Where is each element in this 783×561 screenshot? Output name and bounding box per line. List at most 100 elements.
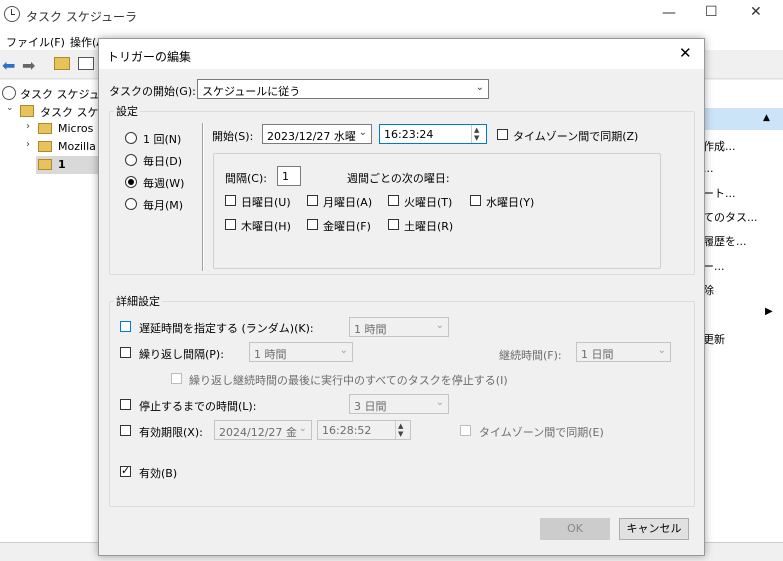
radio-circle[interactable]: [125, 176, 137, 188]
action-item[interactable]: 作成...: [703, 138, 736, 154]
weekly-label: 週間ごとの次の曜日:: [347, 172, 450, 185]
close-app-button[interactable]: ✕: [750, 4, 762, 20]
radio-circle[interactable]: [125, 154, 137, 166]
start-date-value: 2023/12/27 水曜: [267, 130, 356, 143]
actions-header[interactable]: ▲: [703, 108, 783, 130]
forward-icon[interactable]: ➡: [22, 56, 35, 75]
repeat-select[interactable]: 1 時間 ⌄: [249, 342, 353, 362]
day-thursday-checkbox[interactable]: [225, 219, 236, 230]
stop-all-label: 繰り返し継続時間の最後に実行中のすべてのタスクを停止する(I): [189, 374, 508, 387]
interval-label: 間隔(C):: [225, 172, 267, 185]
submenu-arrow-icon[interactable]: ▶: [765, 306, 773, 317]
day-saturday-checkbox[interactable]: [388, 219, 399, 230]
edit-trigger-dialog: トリガーの編集 ✕ タスクの開始(G): スケジュールに従う ⌄ 設定 1 回(…: [98, 38, 705, 556]
chevron-down-icon[interactable]: ⌄: [6, 103, 14, 113]
expire-label: 有効期限(X):: [139, 426, 203, 439]
action-item[interactable]: ー...: [703, 258, 725, 274]
ok-button[interactable]: OK: [540, 518, 610, 540]
day-label: 火曜日(T): [404, 196, 453, 209]
dialog-title: トリガーの編集: [107, 50, 192, 64]
expire-checkbox[interactable]: [120, 425, 131, 436]
duration-value: 1 日間: [581, 348, 614, 361]
chevron-down-icon: ⌄: [358, 127, 367, 138]
interval-value: 1: [282, 170, 289, 183]
folder-icon: [38, 159, 52, 170]
day-sunday-checkbox[interactable]: [225, 195, 236, 206]
folder-up-icon[interactable]: [54, 57, 70, 70]
chevron-right-icon[interactable]: ›: [26, 121, 30, 132]
delay-select[interactable]: 1 時間 ⌄: [349, 317, 449, 337]
maximize-button[interactable]: ☐: [705, 4, 718, 20]
delay-label: 遅延時間を指定する (ランダム)(K):: [139, 322, 314, 335]
stop-after-checkbox[interactable]: [120, 399, 131, 410]
expire-time-value: 16:28:52: [322, 424, 372, 437]
show-pane-icon[interactable]: [78, 57, 94, 70]
day-label: 土曜日(R): [404, 220, 454, 233]
spin-up-icon[interactable]: ▲: [398, 422, 403, 430]
tree-item[interactable]: Mozilla: [58, 140, 96, 153]
cancel-button[interactable]: キャンセル: [619, 518, 689, 540]
radio-circle[interactable]: [125, 198, 137, 210]
expire-date-value: 2024/12/27 金: [219, 426, 297, 439]
delay-value: 1 時間: [354, 323, 387, 336]
radio-circle[interactable]: [125, 132, 137, 144]
day-label: 水曜日(Y): [486, 196, 535, 209]
expire-time-spinner[interactable]: 16:28:52 ▲ ▼: [317, 420, 411, 440]
stop-after-label: 停止するまでの時間(L):: [139, 400, 257, 413]
collapse-icon[interactable]: ▲: [763, 113, 770, 123]
day-wednesday-checkbox[interactable]: [470, 195, 481, 206]
stop-after-value: 3 日間: [354, 400, 387, 413]
delay-checkbox[interactable]: [120, 321, 131, 332]
start-date-picker[interactable]: 2023/12/27 水曜 ⌄: [262, 124, 372, 144]
spin-down-icon[interactable]: ▼: [398, 430, 403, 438]
spinner-buttons[interactable]: ▲ ▼: [471, 125, 486, 143]
back-icon[interactable]: ⬅: [2, 56, 15, 75]
clock-icon: [4, 6, 20, 22]
minimize-button[interactable]: —: [662, 5, 676, 21]
action-item[interactable]: 履歴を...: [703, 233, 747, 249]
enabled-label: 有効(B): [139, 467, 178, 480]
close-icon[interactable]: ✕: [679, 44, 692, 62]
stop-all-checkbox[interactable]: [171, 373, 182, 384]
duration-label: 継続時間(F):: [499, 349, 562, 362]
expire-sync-label: タイムゾーン間で同期(E): [479, 426, 604, 439]
spin-up-icon[interactable]: ▲: [474, 126, 479, 134]
settings-legend: 設定: [114, 103, 140, 119]
spin-down-icon[interactable]: ▼: [474, 134, 479, 142]
divider: [202, 123, 204, 271]
menu-file[interactable]: ファイル(F): [6, 34, 65, 50]
start-time-spinner[interactable]: 16:23:24 ▲ ▼: [379, 124, 487, 144]
dialog-titlebar: トリガーの編集 ✕: [99, 39, 704, 69]
chevron-down-icon: ⌄: [657, 345, 666, 356]
radio-label: 毎日(D): [143, 155, 183, 168]
repeat-label: 繰り返し間隔(P):: [139, 348, 224, 361]
chevron-down-icon: ⌄: [339, 345, 348, 356]
action-item[interactable]: 更新: [703, 331, 725, 347]
action-item[interactable]: てのタス...: [703, 209, 758, 225]
tree-item[interactable]: Micros: [58, 122, 93, 135]
sync-timezone-label: タイムゾーン間で同期(Z): [513, 130, 639, 143]
interval-input[interactable]: 1: [277, 166, 301, 186]
expire-date-picker[interactable]: 2024/12/27 金 ⌄: [214, 420, 312, 440]
day-tuesday-checkbox[interactable]: [388, 195, 399, 206]
clock-icon: [2, 86, 16, 100]
chevron-down-icon: ⌄: [435, 397, 444, 408]
enabled-checkbox[interactable]: ✓: [120, 464, 131, 477]
chevron-down-icon: ⌄: [475, 82, 484, 93]
folder-clock-icon: [20, 105, 34, 117]
begin-task-select[interactable]: スケジュールに従う ⌄: [197, 79, 489, 99]
day-friday-checkbox[interactable]: [307, 219, 318, 230]
folder-icon: [38, 123, 52, 134]
expire-sync-checkbox[interactable]: [460, 425, 471, 436]
duration-select[interactable]: 1 日間 ⌄: [576, 342, 671, 362]
repeat-checkbox[interactable]: [120, 347, 131, 358]
action-item[interactable]: ート...: [703, 185, 736, 201]
stop-after-select[interactable]: 3 日間 ⌄: [349, 394, 449, 414]
chevron-right-icon[interactable]: ›: [26, 139, 30, 150]
start-label: 開始(S):: [212, 130, 254, 143]
app-title: タスク スケジューラ: [26, 10, 137, 24]
sync-timezone-checkbox[interactable]: [497, 129, 508, 140]
day-monday-checkbox[interactable]: [307, 195, 318, 206]
day-label: 日曜日(U): [241, 196, 291, 209]
spinner-buttons[interactable]: ▲ ▼: [395, 421, 410, 439]
